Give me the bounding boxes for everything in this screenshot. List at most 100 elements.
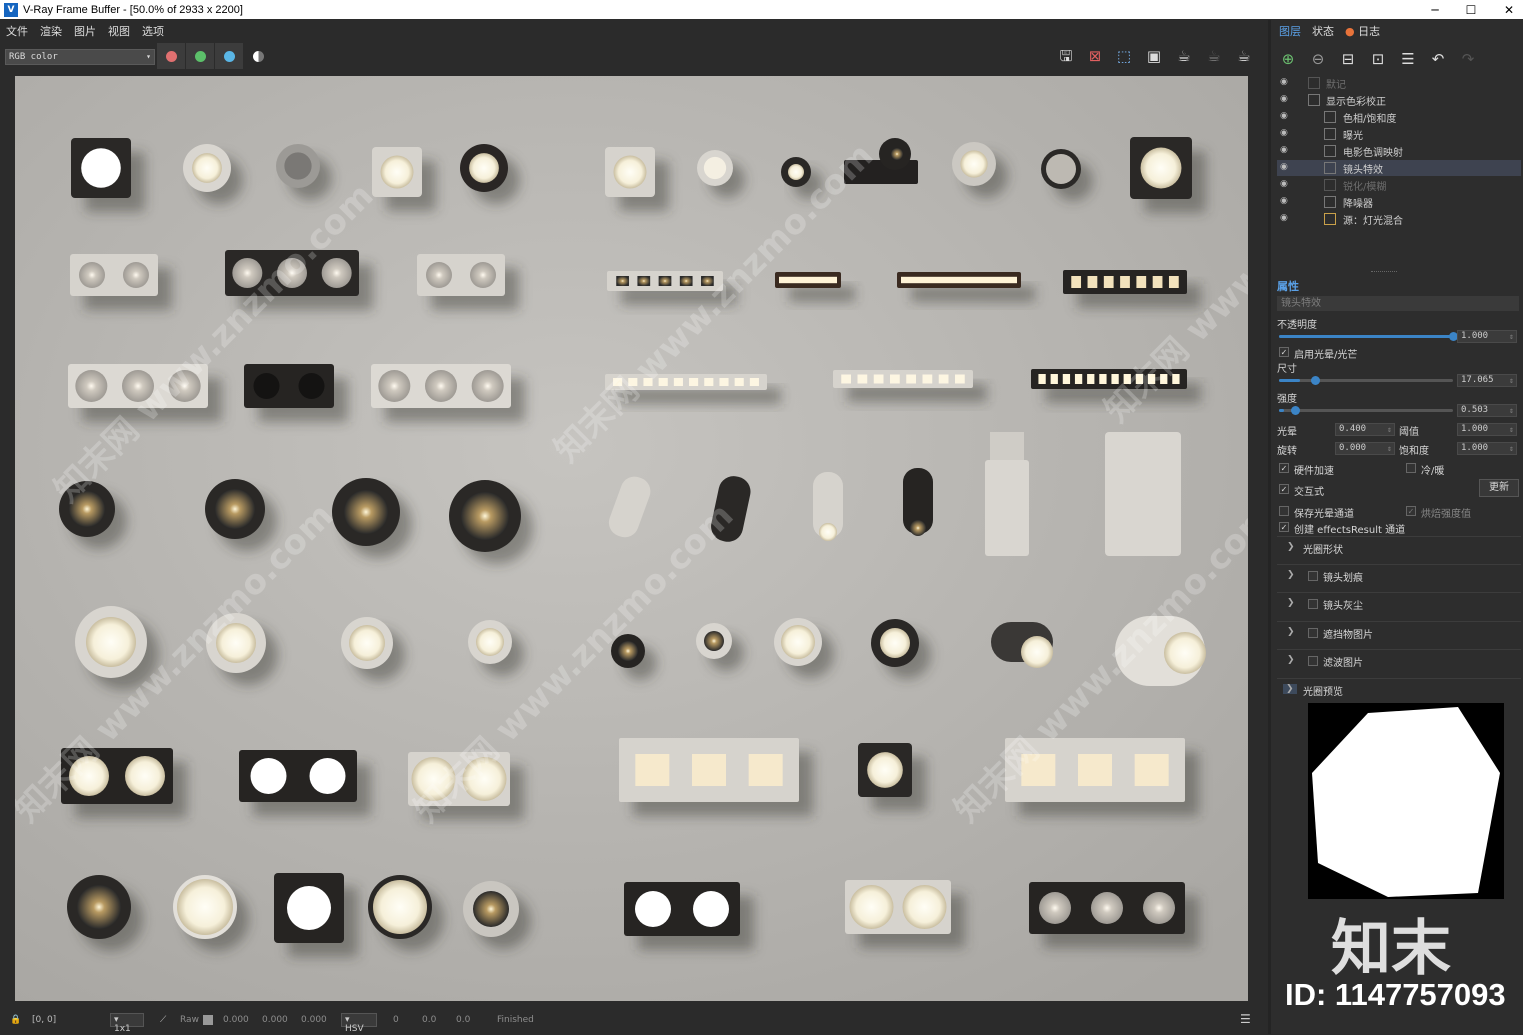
alpha-channel-button[interactable] <box>244 43 272 69</box>
layer-item[interactable]: ◉ 电影色调映射 <box>1277 143 1521 159</box>
tab-stats[interactable]: 状态 <box>1309 23 1337 41</box>
rollout-dust[interactable]: ❯ 镜头灰尘 <box>1277 592 1521 614</box>
chevron-down-icon: ❯ <box>1287 570 1295 580</box>
layer-item[interactable]: ◉ 默记 <box>1277 75 1521 91</box>
zoom-select[interactable]: 1x1 ▾ <box>110 1013 144 1034</box>
update-button[interactable]: 更新 <box>1479 479 1519 497</box>
blue-channel-button[interactable] <box>215 43 243 69</box>
clear-icon[interactable]: ⊠ <box>1084 46 1106 66</box>
layer-label: 锐化/模糊 <box>1343 182 1387 193</box>
hue-saturation-icon <box>1324 111 1336 123</box>
rollout-aperture-preview[interactable]: ❯ 光圈预览 <box>1277 678 1521 700</box>
rollout-filter-image[interactable]: ❯ 滤波图片 <box>1277 649 1521 671</box>
region-icon[interactable]: ⬚ <box>1113 46 1135 66</box>
rgb-b: 0.000 <box>301 1015 327 1025</box>
colorspace-select[interactable]: HSV ▾ <box>341 1013 377 1034</box>
save-channel-checkbox[interactable] <box>1279 506 1289 516</box>
layer-item-selected[interactable]: ◉ 镜头特效 <box>1277 160 1521 176</box>
eye-icon[interactable]: ◉ <box>1280 162 1288 172</box>
render-viewport[interactable]: 知末网 www.znzmo.com 知末网 www.znzmo.com 知末网 … <box>15 76 1248 1001</box>
intensity-input[interactable]: 0.503 <box>1457 404 1517 417</box>
denoiser-icon <box>1324 196 1336 208</box>
rollout-checkbox[interactable] <box>1308 656 1318 666</box>
menu-view[interactable]: 视图 <box>108 23 130 39</box>
rollout-obstacle-image[interactable]: ❯ 遮挡物图片 <box>1277 621 1521 643</box>
undo-icon[interactable]: ↶ <box>1427 50 1449 70</box>
size-input[interactable]: 17.065 <box>1457 374 1517 387</box>
intensity-fill <box>1279 409 1285 412</box>
eye-icon[interactable]: ◉ <box>1280 77 1288 87</box>
rotation-input[interactable]: 0.000 <box>1335 442 1395 455</box>
opacity-input[interactable]: 1.000 <box>1457 330 1517 343</box>
save-icon[interactable]: 🖫 <box>1055 46 1077 66</box>
save-layers-icon[interactable]: ⊟ <box>1337 50 1359 70</box>
menu-file[interactable]: 文件 <box>6 23 28 39</box>
aperture-shape <box>1312 707 1500 897</box>
rollout-aperture-shape[interactable]: ❯ 光圈形状 <box>1277 536 1521 558</box>
opacity-slider[interactable] <box>1279 332 1458 341</box>
tab-log[interactable]: ● 日志 <box>1342 23 1383 41</box>
remove-layer-icon[interactable]: ⊖ <box>1307 50 1329 70</box>
sharpen-icon <box>1324 179 1336 191</box>
layer-item[interactable]: ◉ 降噪器 <box>1277 194 1521 210</box>
follow-mouse-icon[interactable]: ▣ <box>1143 46 1165 66</box>
bloom-input[interactable]: 0.400 <box>1335 423 1395 436</box>
rollout-scratches[interactable]: ❯ 镜头划痕 <box>1277 564 1521 586</box>
curve-icon[interactable]: ⟋ <box>160 1015 166 1025</box>
load-layers-icon[interactable]: ⊡ <box>1367 50 1389 70</box>
eye-icon[interactable]: ◉ <box>1280 196 1288 206</box>
history-icon[interactable]: ☰ <box>1240 1012 1251 1026</box>
presets-list-icon[interactable]: ☰ <box>1397 50 1419 70</box>
rgb-g: 0.000 <box>262 1015 288 1025</box>
rollout-checkbox[interactable] <box>1308 599 1318 609</box>
close-button[interactable]: ✕ <box>1490 0 1523 19</box>
layer-name-field[interactable]: 镜头特效 <box>1277 296 1519 311</box>
layer-item[interactable]: ◉ 色相/饱和度 <box>1277 109 1521 125</box>
redo-icon[interactable]: ↷ <box>1457 50 1479 70</box>
minimize-button[interactable]: ─ <box>1416 0 1454 19</box>
channel-select[interactable]: RGB color ▾ <box>5 49 155 65</box>
create-channel-checkbox[interactable]: ✓ <box>1279 522 1289 532</box>
eye-icon[interactable]: ◉ <box>1280 128 1288 138</box>
red-channel-button[interactable] <box>157 43 185 69</box>
eye-icon[interactable]: ◉ <box>1280 111 1288 121</box>
eye-icon[interactable]: ◉ <box>1280 145 1288 155</box>
size-knob[interactable] <box>1311 376 1320 385</box>
lens-effects-icon <box>1324 162 1336 174</box>
bloom-glare-checkbox[interactable]: ✓ <box>1279 347 1289 357</box>
size-slider[interactable] <box>1279 376 1453 385</box>
cold-warm-label: 冷/暖 <box>1421 466 1445 477</box>
layer-item[interactable]: ◉ 源：灯光混合 <box>1277 211 1521 227</box>
render-icon[interactable]: ☕ <box>1173 46 1195 66</box>
rollout-checkbox[interactable] <box>1308 628 1318 638</box>
layer-item[interactable]: ◉ 曝光 <box>1277 126 1521 142</box>
add-layer-icon[interactable]: ⊕ <box>1277 50 1299 70</box>
maximize-button[interactable]: ☐ <box>1452 0 1490 19</box>
saturation-input[interactable]: 1.000 <box>1457 442 1517 455</box>
lock-icon[interactable]: 🔒 <box>10 1015 21 1025</box>
layer-item[interactable]: ◉ 锐化/模糊 <box>1277 177 1521 193</box>
cold-warm-checkbox[interactable] <box>1406 463 1416 473</box>
rollout-label: 光圈形状 <box>1303 545 1343 556</box>
menu-image[interactable]: 图片 <box>74 23 96 39</box>
panel-tabs: 图层 状态 ● 日志 <box>1271 23 1383 41</box>
eye-icon[interactable]: ◉ <box>1280 213 1288 223</box>
menu-render[interactable]: 渲染 <box>40 23 62 39</box>
stop-render-icon[interactable]: ☕ <box>1233 46 1255 66</box>
rollout-checkbox[interactable] <box>1308 571 1318 581</box>
threshold-input[interactable]: 1.000 <box>1457 423 1517 436</box>
intensity-knob[interactable] <box>1291 406 1300 415</box>
interactive-checkbox[interactable]: ✓ <box>1279 484 1289 494</box>
layer-item[interactable]: ◉ 显示色彩校正 <box>1277 92 1521 108</box>
eye-icon[interactable]: ◉ <box>1280 179 1288 189</box>
hw-accel-checkbox[interactable]: ✓ <box>1279 463 1289 473</box>
splitter-handle[interactable] <box>1371 271 1397 273</box>
green-channel-button[interactable] <box>186 43 214 69</box>
menu-options[interactable]: 选项 <box>142 23 164 39</box>
tab-layers[interactable]: 图层 <box>1276 23 1304 41</box>
eye-icon[interactable]: ◉ <box>1280 94 1288 104</box>
bake-checkbox[interactable]: ✓ <box>1406 506 1416 516</box>
render-interactive-icon[interactable]: ☕ <box>1203 46 1225 66</box>
menu-bar: 文件 渲染 图片 视图 选项 <box>0 20 1268 42</box>
intensity-slider[interactable] <box>1279 406 1453 415</box>
